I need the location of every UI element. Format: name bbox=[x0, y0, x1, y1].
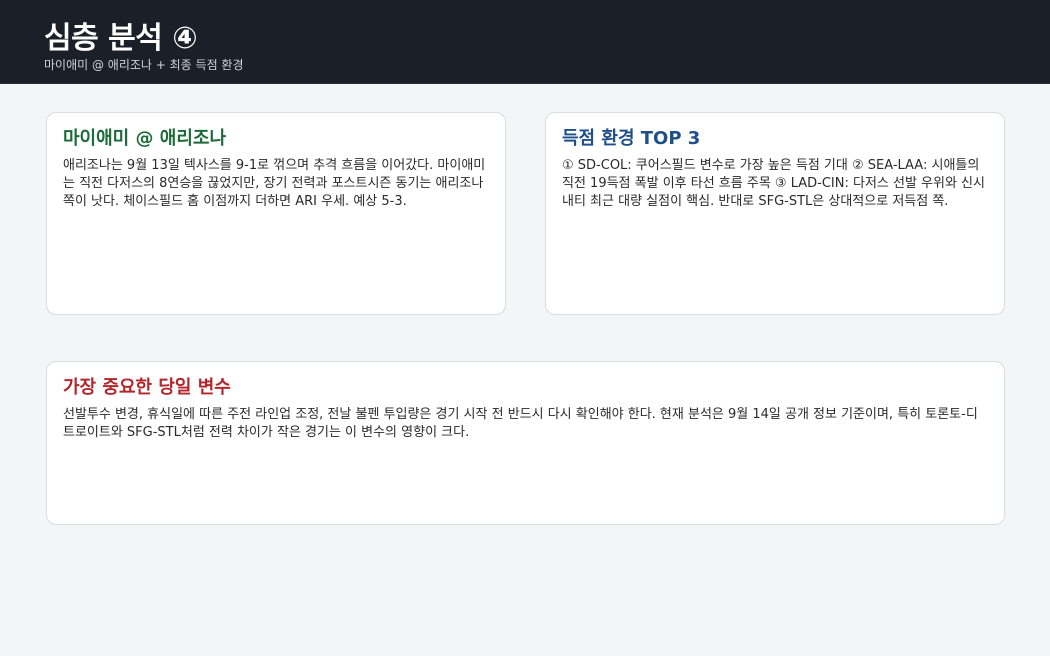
card-matchup-analysis: 마이애미 @ 애리조나 애리조나는 9월 13일 텍사스를 9-1로 꺾으며 추… bbox=[46, 112, 506, 315]
card-title: 마이애미 @ 애리조나 bbox=[63, 128, 227, 149]
card-body: ① SD-COL: 쿠어스필드 변수로 가장 높은 득점 기대 ② SEA-LA… bbox=[562, 158, 985, 209]
card-body: 애리조나는 9월 13일 텍사스를 9-1로 꺾으며 추격 흐름을 이어갔다. … bbox=[63, 158, 486, 209]
page-title: 심층 분석 ④ bbox=[44, 21, 198, 56]
card-scoring-top3: 득점 환경 TOP 3 ① SD-COL: 쿠어스필드 변수로 가장 높은 득점… bbox=[545, 112, 1005, 315]
page-subtitle: 마이애미 @ 애리조나 + 최종 득점 환경 bbox=[44, 58, 244, 72]
card-title: 득점 환경 TOP 3 bbox=[562, 128, 701, 149]
page-header: 심층 분석 ④ 마이애미 @ 애리조나 + 최종 득점 환경 bbox=[0, 0, 1050, 84]
card-title: 가장 중요한 당일 변수 bbox=[63, 377, 231, 398]
card-body: 선발투수 변경, 휴식일에 따른 주전 라인업 조정, 전날 불펜 투입량은 경… bbox=[63, 407, 978, 440]
card-key-variables: 가장 중요한 당일 변수 선발투수 변경, 휴식일에 따른 주전 라인업 조정,… bbox=[46, 361, 1005, 525]
